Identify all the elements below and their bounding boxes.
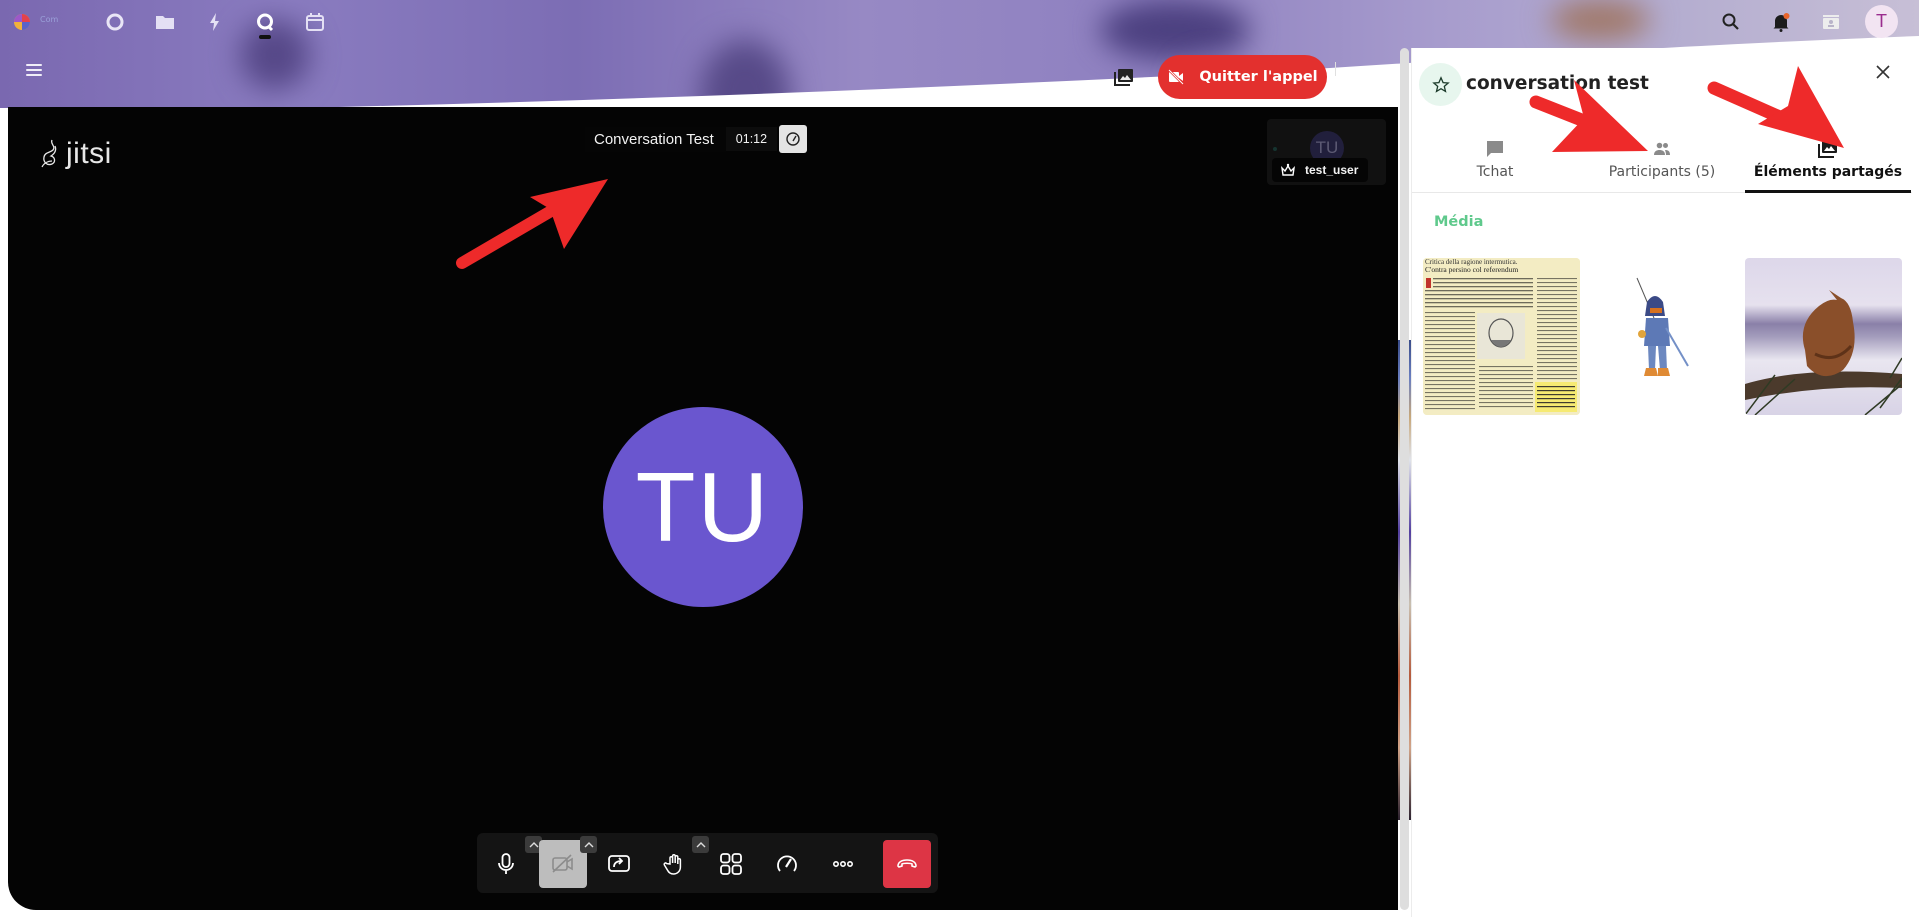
app-navbar: Com T [0,0,1919,44]
bell-icon [1773,13,1790,32]
microphone-icon [498,853,514,874]
camera-off-icon [1168,69,1185,85]
shared-media-icon [1818,141,1837,158]
chevron-up-icon [529,841,538,847]
media-grid: Critica della ragione intermutica. C'ont… [1423,258,1903,415]
tab-chat[interactable]: Tchat [1412,128,1578,193]
talk-icon [257,13,274,32]
menu-toggle[interactable] [26,64,42,78]
media-item-newspaper[interactable]: Critica della ragione intermutica. C'ont… [1423,258,1580,415]
shared-media-icon [1114,69,1133,86]
menu-line [26,69,42,71]
camera-off-icon [552,854,573,873]
menu-line [26,74,42,76]
folder-icon [156,16,174,29]
gauge-icon [786,132,800,146]
participants-icon [1654,142,1670,155]
status-dot [1273,147,1277,151]
jitsi-logo: jitsi [38,136,112,172]
jitsi-logo-icon [41,139,57,168]
nav-calendar[interactable] [304,11,326,33]
chevron-up-icon [584,841,593,847]
more-icon [832,861,853,868]
nav-activity[interactable] [204,11,226,33]
tab-label: Participants (5) [1608,164,1716,180]
leave-call-label: Quitter l'appel [1199,69,1318,85]
media-item-bird-photo[interactable] [1745,258,1902,415]
app-logo-icon[interactable] [12,12,32,32]
microphone-button[interactable] [482,840,530,888]
conference-name: Conversation Test [585,126,726,152]
conversation-title: conversation test [1466,73,1649,94]
calendar-icon [306,13,324,31]
search-icon [1722,13,1739,30]
moderator-crown-icon [1281,163,1295,176]
menu-line [26,64,42,66]
nav-files[interactable] [154,11,176,33]
notifications-button[interactable] [1769,10,1793,34]
sidebar-tabs: Tchat Participants (5) Éléments partagés [1412,128,1912,193]
contacts-icon [1823,15,1839,29]
annotation-arrow [456,179,608,269]
nav-active-indicator [259,35,271,39]
thumbnail-label: test_user [1272,158,1369,182]
video-conference: jitsi Conversation Test 01:12 TU test_us… [8,107,1398,910]
conversation-sidebar: conversation test Tchat Participants (5)… [1411,48,1912,917]
participant-thumbnail[interactable]: TU test_user [1267,119,1386,185]
nav-talk[interactable] [254,11,276,33]
thumbnail-username: test_user [1305,163,1359,177]
hangup-icon [897,859,917,868]
scrollbar[interactable] [1400,48,1409,910]
favorite-button[interactable] [1419,63,1462,106]
tile-view-button[interactable] [707,840,755,888]
lightning-icon [210,13,219,31]
call-toolbar [477,833,938,893]
user-avatar[interactable]: T [1865,5,1898,38]
conference-info: Conversation Test 01:12 [585,124,808,154]
search-button[interactable] [1719,10,1743,34]
chat-icon [1487,141,1503,157]
contacts-button[interactable] [1819,10,1843,34]
screen-share-icon [608,855,630,872]
divider [1335,62,1336,76]
shared-media-button[interactable] [1113,66,1135,88]
drawing-thumbnail [1584,258,1741,415]
newspaper-headline: C'ontra persino col referendum [1425,265,1518,274]
star-icon [1431,75,1450,93]
newspaper-thumbnail: Critica della ragione intermutica. C'ont… [1423,258,1580,415]
screen-share-button[interactable] [595,840,643,888]
gauge-icon [777,855,797,872]
hand-icon [663,854,682,875]
media-section-title: Média [1434,214,1484,230]
tab-participants[interactable]: Participants (5) [1579,128,1745,193]
leave-call-button[interactable]: Quitter l'appel [1158,55,1327,99]
more-options-button[interactable] [819,840,867,888]
hangup-button[interactable] [883,840,931,888]
jitsi-logo-text: jitsi [66,137,112,170]
bird-photo-thumbnail [1745,258,1902,415]
nav-dashboard[interactable] [104,11,126,33]
main-avatar: TU [603,407,803,607]
circle-icon [106,13,124,31]
app-logo-text: Com [40,15,59,24]
tab-label: Éléments partagés [1753,164,1903,180]
close-icon [1876,65,1890,79]
tab-shared-items[interactable]: Éléments partagés [1745,128,1911,193]
media-item-drawing[interactable] [1584,258,1741,415]
performance-button[interactable] [763,840,811,888]
notification-dot [1783,13,1790,19]
chevron-up-icon [696,841,705,847]
tab-label: Tchat [1476,164,1514,180]
close-sidebar-button[interactable] [1875,64,1895,84]
grid-icon [720,853,742,875]
conference-timer: 01:12 [725,127,778,151]
connection-quality-button[interactable] [779,125,808,153]
